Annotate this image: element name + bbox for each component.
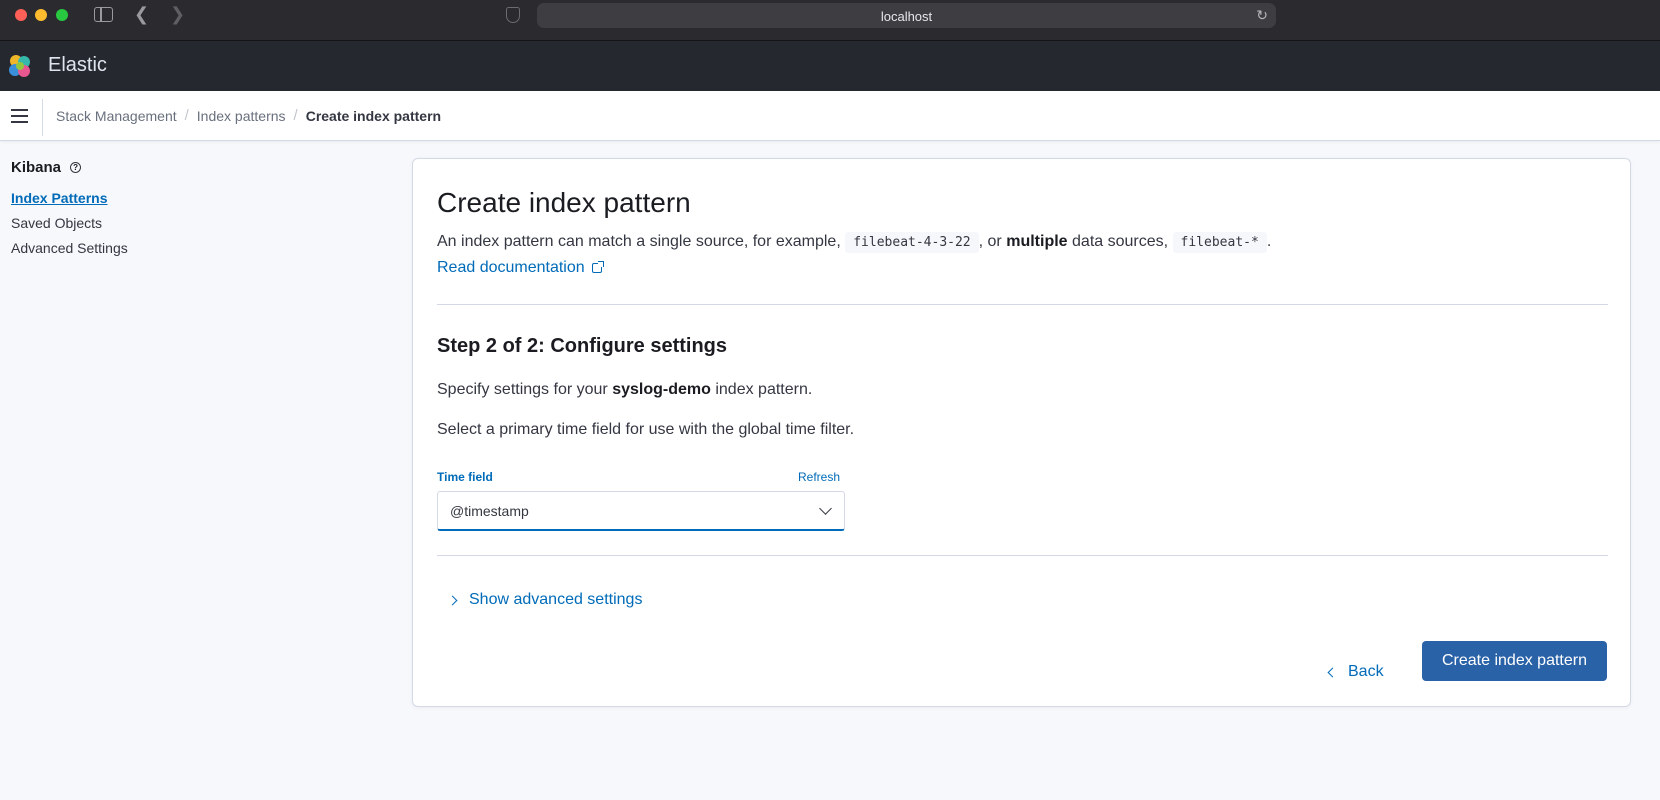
external-link-icon	[591, 261, 604, 273]
sidebar-item-saved-objects[interactable]: Saved Objects	[11, 215, 391, 231]
read-documentation-link[interactable]: Read documentation	[437, 259, 604, 277]
sidebar-toggle-icon[interactable]	[94, 7, 113, 22]
breadcrumb: Stack Management / Index patterns / Crea…	[56, 107, 441, 124]
menu-icon[interactable]	[11, 109, 28, 123]
breadcrumb-separator: /	[184, 107, 189, 124]
time-field-instructions: Select a primary time field for use with…	[437, 421, 855, 438]
app-title: Elastic	[48, 54, 107, 76]
divider	[437, 555, 1608, 556]
description-text: , or	[978, 233, 1002, 250]
step-title: Step 2 of 2: Configure settings	[437, 335, 728, 357]
browser-toolbar: ❮ ❯ localhost ↻	[0, 0, 1660, 41]
window-minimize-icon[interactable]	[35, 9, 47, 21]
side-nav-title-label: Kibana	[11, 159, 62, 176]
divider	[42, 99, 43, 136]
window-zoom-icon[interactable]	[56, 9, 68, 21]
description-text: An index pattern can match a single sour…	[437, 233, 841, 250]
breadcrumb-separator: /	[293, 107, 298, 124]
create-index-pattern-button[interactable]: Create index pattern	[1422, 641, 1607, 681]
elastic-logo-icon[interactable]	[7, 53, 33, 79]
description-text: .	[1266, 233, 1272, 250]
spec-suffix: index pattern.	[715, 381, 813, 398]
side-nav: Kibana ? Index Patterns Saved Objects Ad…	[11, 159, 391, 256]
time-field-value: @timestamp	[450, 503, 529, 519]
reload-icon[interactable]: ↻	[1256, 7, 1268, 24]
time-field-label: Time field	[437, 470, 493, 484]
advanced-settings-label: Show advanced settings	[469, 591, 643, 608]
help-icon[interactable]: ?	[70, 162, 82, 173]
side-nav-title: Kibana ?	[11, 159, 391, 176]
back-label: Back	[1348, 663, 1384, 680]
browser-back-icon[interactable]: ❮	[134, 5, 149, 23]
chevron-down-icon	[819, 502, 832, 515]
read-documentation-label: Read documentation	[437, 259, 585, 276]
example-code-single: filebeat-4-3-22	[845, 232, 979, 253]
breadcrumb-current: Create index pattern	[305, 107, 442, 124]
sidebar-item-index-patterns[interactable]: Index Patterns	[11, 190, 391, 206]
spec-text: Specify settings for your syslog-demo in…	[437, 381, 812, 399]
sidebar-item-advanced-settings[interactable]: Advanced Settings	[11, 240, 391, 256]
privacy-shield-icon[interactable]	[506, 7, 520, 23]
show-advanced-settings-toggle[interactable]: Show advanced settings	[447, 591, 643, 609]
time-field-select[interactable]: @timestamp	[437, 491, 845, 531]
breadcrumb-stack-management[interactable]: Stack Management	[56, 108, 177, 124]
breadcrumb-bar: Stack Management / Index patterns / Crea…	[0, 91, 1660, 141]
address-text: localhost	[880, 9, 933, 24]
refresh-button[interactable]: Refresh	[798, 470, 840, 484]
divider	[437, 304, 1608, 305]
spec-prefix: Specify settings for your	[437, 381, 608, 398]
back-button[interactable]: Back	[1327, 652, 1384, 692]
description-text: data sources,	[1072, 233, 1169, 250]
breadcrumb-index-patterns[interactable]: Index patterns	[197, 108, 286, 124]
window-close-icon[interactable]	[15, 9, 27, 21]
create-index-pattern-panel: Create index pattern An index pattern ca…	[412, 158, 1631, 707]
chevron-left-icon	[1327, 667, 1338, 677]
browser-forward-icon[interactable]: ❯	[170, 5, 185, 23]
app-header: Elastic	[0, 41, 1660, 91]
example-code-multiple: filebeat-*	[1172, 232, 1267, 253]
address-bar[interactable]: localhost ↻	[537, 3, 1276, 28]
page-title: Create index pattern	[437, 187, 691, 218]
description-bold: multiple	[1006, 233, 1068, 250]
chevron-right-icon	[447, 595, 458, 605]
page-description: An index pattern can match a single sour…	[437, 232, 1272, 253]
index-pattern-name: syslog-demo	[612, 381, 711, 398]
